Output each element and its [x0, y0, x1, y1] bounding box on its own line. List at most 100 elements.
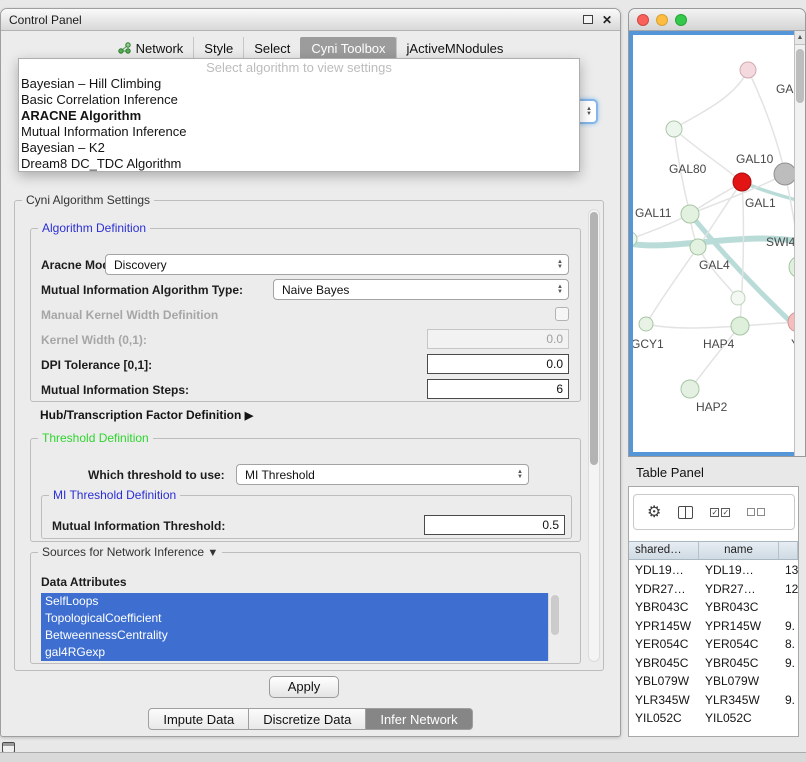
manual-kernel-width-checkbox[interactable]: [555, 307, 569, 321]
scroll-up-icon[interactable]: ▲: [795, 31, 805, 45]
table-row[interactable]: YBR045C YBR045C 9.: [629, 654, 798, 673]
table-row[interactable]: YIL052C YIL052C: [629, 709, 798, 728]
network-edge[interactable]: [674, 70, 748, 129]
algorithm-option[interactable]: Basic Correlation Inference: [19, 92, 579, 108]
network-edge[interactable]: [698, 247, 738, 298]
gear-icon[interactable]: ⚙: [647, 502, 661, 522]
apply-button[interactable]: Apply: [269, 676, 339, 698]
network-node[interactable]: [666, 121, 682, 137]
control-panel-window: Control Panel ✕ Network Style Select Cyn…: [0, 8, 621, 737]
tab-cyni-toolbox[interactable]: Cyni Toolbox: [300, 37, 395, 59]
unselect-all-columns-icon[interactable]: [747, 508, 765, 516]
mi-threshold-group-title: MI Threshold Definition: [49, 488, 180, 502]
column-header-name[interactable]: name: [699, 542, 779, 559]
kernel-width-label: Kernel Width (0,1):: [41, 331, 147, 349]
window-zoom-icon[interactable]: [675, 14, 687, 26]
attribute-item-selected[interactable]: TopologicalCoefficient: [41, 610, 548, 627]
select-all-columns-icon[interactable]: ✓✓: [710, 508, 730, 517]
network-edge[interactable]: [646, 324, 740, 328]
cell-name: YDL19…: [699, 563, 779, 577]
cell-name: YBR043C: [699, 600, 779, 614]
tab-select[interactable]: Select: [243, 37, 300, 59]
network-canvas[interactable]: GALGAL80GAL10GAL11GAL1SWI4GAL4GCY1HAP4YH…: [629, 31, 805, 456]
attribute-item-selected[interactable]: SelfLoops: [41, 593, 548, 610]
column-header-shared-name[interactable]: shared…: [629, 542, 699, 559]
network-node[interactable]: [681, 205, 699, 223]
network-node-label: SWI4: [766, 235, 796, 249]
network-edge[interactable]: [646, 247, 698, 324]
show-columns-icon[interactable]: [678, 506, 693, 519]
network-node[interactable]: [690, 239, 706, 255]
tab-infer-network[interactable]: Infer Network: [366, 708, 472, 730]
settings-scrollbar-thumb[interactable]: [590, 212, 598, 465]
sources-group-title[interactable]: Sources for Network Inference ▼: [38, 545, 222, 559]
kernel-width-input[interactable]: 0.0: [427, 329, 569, 349]
manual-kernel-width-label: Manual Kernel Width Definition: [41, 306, 218, 324]
which-threshold-value: MI Threshold: [245, 468, 315, 482]
network-node[interactable]: [731, 291, 745, 305]
algorithm-option[interactable]: Mutual Information Inference: [19, 124, 579, 140]
tab-style[interactable]: Style: [193, 37, 243, 59]
mi-steps-input[interactable]: 6: [427, 379, 569, 399]
network-graph[interactable]: GALGAL80GAL10GAL11GAL1SWI4GAL4GCY1HAP4YH…: [633, 35, 803, 454]
cell-shared-name: YBL079W: [629, 674, 699, 688]
tab-jactivemnodules[interactable]: jActiveMNodules: [396, 37, 514, 59]
window-close-icon[interactable]: [637, 14, 649, 26]
hub-definition-section[interactable]: Hub/Transcription Factor Definition ▶: [40, 408, 253, 422]
network-scrollbar-thumb[interactable]: [796, 49, 804, 103]
data-attributes-label: Data Attributes: [41, 573, 127, 591]
table-row[interactable]: YBL079W YBL079W: [629, 672, 798, 691]
which-threshold-dropdown[interactable]: MI Threshold ▲▼: [236, 464, 529, 485]
mi-threshold-input[interactable]: 0.5: [424, 515, 565, 535]
table-row[interactable]: YLR345W YLR345W 9.: [629, 691, 798, 710]
attributes-scrollbar-thumb[interactable]: [551, 595, 559, 635]
mi-type-label: Mutual Information Algorithm Type:: [41, 281, 243, 299]
network-node[interactable]: [733, 173, 751, 191]
table-header: shared… name: [629, 541, 798, 560]
collapse-down-icon: ▼: [207, 547, 218, 559]
cell-shared-name: YBR043C: [629, 600, 699, 614]
tab-impute-data[interactable]: Impute Data: [148, 708, 249, 730]
algorithm-option-selected[interactable]: ARACNE Algorithm: [19, 108, 579, 124]
network-vertical-scrollbar[interactable]: ▲: [794, 31, 805, 456]
algorithm-placeholder-item[interactable]: Select algorithm to view settings: [19, 60, 579, 76]
network-node[interactable]: [639, 317, 653, 331]
attributes-scrollbar[interactable]: [548, 593, 560, 661]
network-node-label: GAL11: [635, 206, 672, 220]
network-node[interactable]: [731, 317, 749, 335]
hub-definition-label: Hub/Transcription Factor Definition: [40, 408, 241, 422]
attribute-item-selected[interactable]: gal4RGexp: [41, 644, 548, 661]
algorithm-option[interactable]: Dream8 DC_TDC Algorithm: [19, 156, 579, 172]
table-row[interactable]: YDR27… YDR27… 12: [629, 580, 798, 599]
table-row[interactable]: YBR043C YBR043C: [629, 598, 798, 617]
network-node-label: GAL1: [745, 196, 776, 210]
network-edge[interactable]: [690, 326, 740, 389]
control-panel-tabs: Network Style Select Cyni Toolbox jActiv…: [1, 37, 620, 59]
table-row[interactable]: YER054C YER054C 8.: [629, 635, 798, 654]
column-header-extra[interactable]: [779, 542, 798, 559]
attribute-item-selected[interactable]: BetweennessCentrality: [41, 627, 548, 644]
network-node[interactable]: [774, 163, 796, 185]
cell-shared-name: YLR345W: [629, 693, 699, 707]
close-icon[interactable]: ✕: [602, 13, 612, 27]
table-row[interactable]: YPR145W YPR145W 9.: [629, 617, 798, 636]
aracne-mode-dropdown[interactable]: Discovery ▲▼: [105, 254, 569, 275]
window-minimize-icon[interactable]: [656, 14, 668, 26]
collapse-right-icon[interactable]: ▶: [245, 410, 253, 422]
tab-network[interactable]: Network: [108, 37, 194, 59]
dpi-tolerance-input[interactable]: 0.0: [427, 354, 569, 374]
table-body: YDL19… YDL19… 13 YDR27… YDR27… 12 YBR043…: [629, 561, 798, 736]
algorithm-option[interactable]: Bayesian – K2: [19, 140, 579, 156]
network-node[interactable]: [681, 380, 699, 398]
algorithm-dropdown-popup: Select algorithm to view settings Bayesi…: [18, 58, 580, 172]
cell-extra: 9.: [779, 619, 798, 633]
float-window-icon[interactable]: [583, 15, 593, 24]
mi-type-dropdown[interactable]: Naive Bayes ▲▼: [273, 279, 569, 300]
cyni-algorithm-settings-group: Cyni Algorithm Settings Algorithm Defini…: [14, 200, 604, 671]
network-node[interactable]: [740, 62, 756, 78]
tab-discretize-data[interactable]: Discretize Data: [249, 708, 366, 730]
algorithm-option[interactable]: Bayesian – Hill Climbing: [19, 76, 579, 92]
settings-scrollbar[interactable]: [588, 209, 600, 662]
table-row[interactable]: YDL19… YDL19… 13: [629, 561, 798, 580]
cell-extra: 9.: [779, 656, 798, 670]
